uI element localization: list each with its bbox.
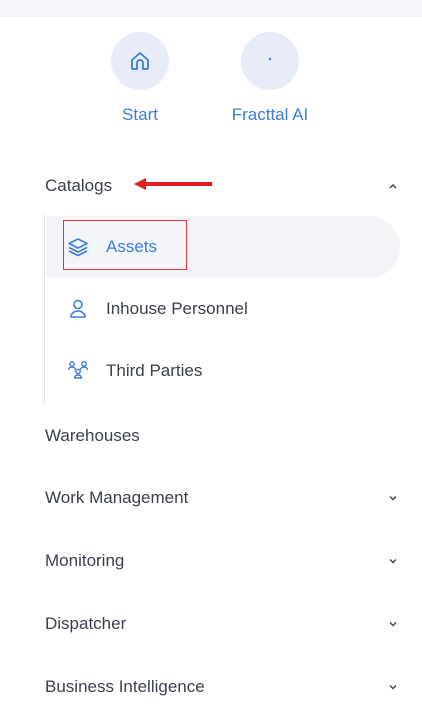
chevron-up-icon bbox=[386, 179, 400, 193]
start-label: Start bbox=[122, 105, 158, 124]
fracttal-ai-shortcut[interactable]: Fracttal AI bbox=[210, 32, 330, 125]
work-management-section[interactable]: Work Management bbox=[45, 483, 400, 513]
third-parties-label: Third Parties bbox=[106, 361, 203, 380]
warehouses-section[interactable]: Warehouses bbox=[45, 421, 400, 451]
chevron-down-icon bbox=[386, 491, 400, 505]
sidebar-item-inhouse-personnel[interactable]: Inhouse Personnel bbox=[64, 289, 248, 329]
warehouses-label: Warehouses bbox=[45, 426, 140, 445]
sparkle-icon bbox=[241, 32, 299, 90]
chevron-down-icon bbox=[386, 617, 400, 631]
top-bar bbox=[0, 0, 422, 18]
group-icon bbox=[64, 357, 92, 385]
start-shortcut[interactable]: Start bbox=[80, 32, 200, 125]
inhouse-personnel-label: Inhouse Personnel bbox=[106, 299, 248, 318]
catalogs-section[interactable]: Catalogs bbox=[45, 171, 400, 201]
home-icon bbox=[111, 32, 169, 90]
catalogs-guide-line bbox=[44, 214, 45, 404]
dispatcher-label: Dispatcher bbox=[45, 614, 127, 633]
business-intelligence-section[interactable]: Business Intelligence bbox=[45, 672, 400, 702]
chevron-down-icon bbox=[386, 680, 400, 694]
business-intelligence-label: Business Intelligence bbox=[45, 677, 205, 696]
monitoring-section[interactable]: Monitoring bbox=[45, 546, 400, 576]
catalogs-label: Catalogs bbox=[45, 176, 113, 195]
person-icon bbox=[64, 295, 92, 323]
fracttal-ai-label: Fracttal AI bbox=[231, 105, 309, 124]
annotation-arrow bbox=[134, 178, 212, 190]
highlight-box bbox=[63, 220, 187, 270]
work-management-label: Work Management bbox=[45, 488, 189, 507]
monitoring-label: Monitoring bbox=[45, 551, 125, 570]
sidebar-item-third-parties[interactable]: Third Parties bbox=[64, 351, 202, 391]
chevron-down-icon bbox=[386, 554, 400, 568]
dispatcher-section[interactable]: Dispatcher bbox=[45, 609, 400, 639]
